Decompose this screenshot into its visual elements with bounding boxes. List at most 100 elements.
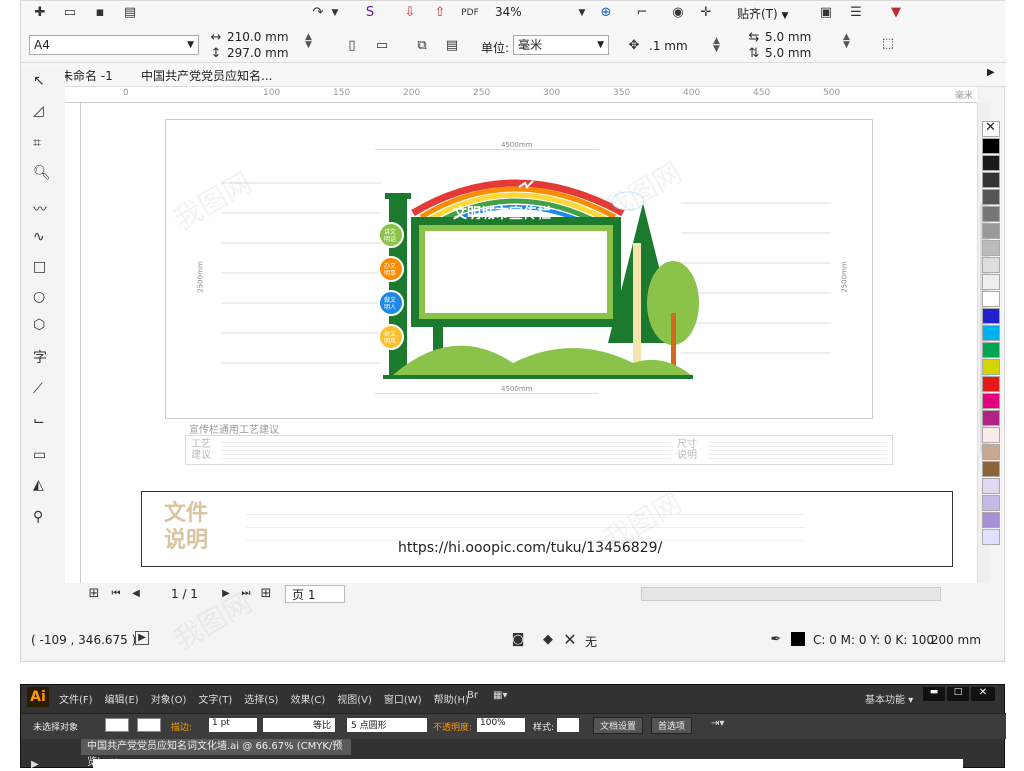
color-swatch[interactable] [982,478,1000,494]
landscape-icon[interactable]: ▭ [373,37,391,55]
color-swatch[interactable] [982,257,1000,273]
color-swatch[interactable] [982,291,1000,307]
menu-item[interactable]: 文字(T) [198,695,232,706]
connector-tool-icon[interactable]: ⌙ [33,413,45,429]
snap-to-button[interactable]: 贴齐(T) ▼ [737,5,788,22]
menu-item[interactable]: 效果(C) [290,695,325,706]
portrait-icon[interactable]: ▯ [343,37,361,55]
nudge-distance-field[interactable]: .1 mm [649,39,688,53]
color-swatch[interactable] [982,189,1000,205]
freehand-tool-icon[interactable]: 〰 [33,199,47,219]
menu-item[interactable]: 编辑(E) [105,695,139,706]
color-swatch[interactable] [982,172,1000,188]
color-swatch[interactable] [982,325,1000,341]
redo-icon[interactable]: ↷ [309,4,327,22]
current-page-icon[interactable]: ▤ [443,37,461,55]
color-swatch[interactable] [982,274,1000,290]
zoom-level-value[interactable]: 34% [491,3,571,23]
options-icon[interactable]: ▣ [817,4,835,22]
page-height-field[interactable]: 297.0 mm [227,46,289,60]
color-swatch[interactable] [982,410,1000,426]
opacity-field[interactable]: 100% [477,718,525,732]
brush-select[interactable]: 5 点圆形 [347,718,427,732]
camera-icon[interactable]: ◙ [509,631,527,649]
fill-swatch[interactable] [105,718,129,732]
style-swatch[interactable] [557,718,579,732]
horizontal-ruler[interactable]: 0 100 150 200 250 300 350 400 450 500 毫米 [65,87,977,103]
color-swatch[interactable] [982,138,1000,154]
color-swatch[interactable] [982,461,1000,477]
pick-tool-icon[interactable]: ↖ [33,73,45,89]
stepper-icon[interactable]: ▲ ▼ [305,33,312,50]
color-swatch[interactable] [982,393,1000,409]
color-swatch[interactable] [982,359,1000,375]
open-folder-icon[interactable]: ▭ [61,4,79,22]
new-document-icon[interactable]: ✚ [31,4,49,22]
chevron-down-icon[interactable]: ▼ [326,4,344,22]
previous-page-icon[interactable]: ◀ [127,585,145,603]
drop-shadow-tool-icon[interactable]: ▭ [33,447,46,463]
color-swatch[interactable] [982,155,1000,171]
menu-item[interactable]: 视图(V) [337,695,372,706]
artistic-media-icon[interactable]: ∿ [33,229,45,245]
text-tool-icon[interactable]: 字 [33,347,47,367]
tab-party-document[interactable]: 中国共产党党员应知名... [141,67,272,84]
horizontal-scrollbar[interactable] [641,587,941,601]
color-swatch[interactable] [982,206,1000,222]
fill-bucket-icon[interactable]: ◆ [539,631,557,649]
no-color-swatch[interactable]: ✕ [982,120,1000,137]
view-icon[interactable]: ◉ [669,4,687,22]
print-icon[interactable]: ▤ [121,4,139,22]
drawing-canvas[interactable]: 4500mm 4500mm 2500mm 2500mm 文明城市宣传栏 讲文明话… [81,103,977,583]
tab-untitled[interactable]: 未命名 -1 [61,67,113,84]
menu-item[interactable]: 文件(F) [59,695,93,706]
stroke-weight-field[interactable]: 1 pt [209,718,257,732]
color-swatch[interactable] [982,529,1000,545]
stroke-label[interactable]: 描边: [171,720,192,733]
rectangle-tool-icon[interactable]: □ [33,259,46,275]
color-swatch[interactable] [982,512,1000,528]
opacity-label[interactable]: 不透明度: [433,720,472,733]
vertical-ruler[interactable] [65,103,81,583]
corel-connect-icon[interactable]: S [361,4,379,22]
guidelines-icon[interactable]: ✛ [697,4,715,22]
polygon-tool-icon[interactable]: ⬡ [33,317,45,333]
unit-select[interactable]: 毫米 ▼ [513,35,609,55]
workspace-switcher[interactable]: 基本功能 ▾ [865,691,913,706]
color-swatch[interactable] [982,427,1000,443]
duplicate-x-field[interactable]: 5.0 mm [765,30,811,44]
color-swatch[interactable] [982,308,1000,324]
stepper-icon[interactable]: ▲ ▼ [713,37,720,54]
stroke-profile-select[interactable]: 等比 [263,718,335,732]
menu-item[interactable]: 对象(O) [151,695,187,706]
stepper-icon[interactable]: ▲ ▼ [843,33,850,50]
selection-tool-icon[interactable]: ▶ [31,759,39,770]
menu-item[interactable]: 帮助(H) [434,695,469,706]
crop-tool-icon[interactable]: ⌗ [33,135,41,151]
document-setup-button[interactable]: 文档设置 [593,717,644,734]
next-page-icon[interactable]: ▶ [217,585,235,603]
zoom-level[interactable]: 34% [491,3,583,23]
add-page-after-icon[interactable]: ⊞ [257,585,275,603]
zoom-dropdown-icon[interactable]: ▼ [573,4,591,22]
save-icon[interactable]: ▪ [91,4,109,22]
color-swatch[interactable] [982,223,1000,239]
first-page-icon[interactable]: ⏮ [107,585,125,603]
duplicate-y-field[interactable]: 5.0 mm [765,46,811,60]
outline-color-swatch[interactable] [791,632,805,646]
eyedropper-tool-icon[interactable]: ⚲ [33,509,43,525]
color-swatch[interactable] [982,342,1000,358]
app-launcher-icon[interactable]: ☰ [847,4,865,22]
play-icon[interactable]: ▶ [135,631,149,645]
export-icon[interactable]: ⇧ [431,4,449,22]
full-screen-icon[interactable]: ⊕ [597,4,615,22]
rulers-icon[interactable]: ⌐ [633,4,651,22]
page-tab[interactable]: 页 1 [285,585,345,603]
tab-scroll-right-icon[interactable]: ▶ [987,67,995,78]
arrange-docs-icon[interactable]: ⇥▾ [711,718,724,729]
color-swatch[interactable] [982,240,1000,256]
preferences-button[interactable]: 首选项 [651,717,693,734]
color-swatch[interactable] [982,495,1000,511]
page-width-field[interactable]: 210.0 mm [227,30,289,44]
last-page-icon[interactable]: ⏭ [237,585,255,603]
